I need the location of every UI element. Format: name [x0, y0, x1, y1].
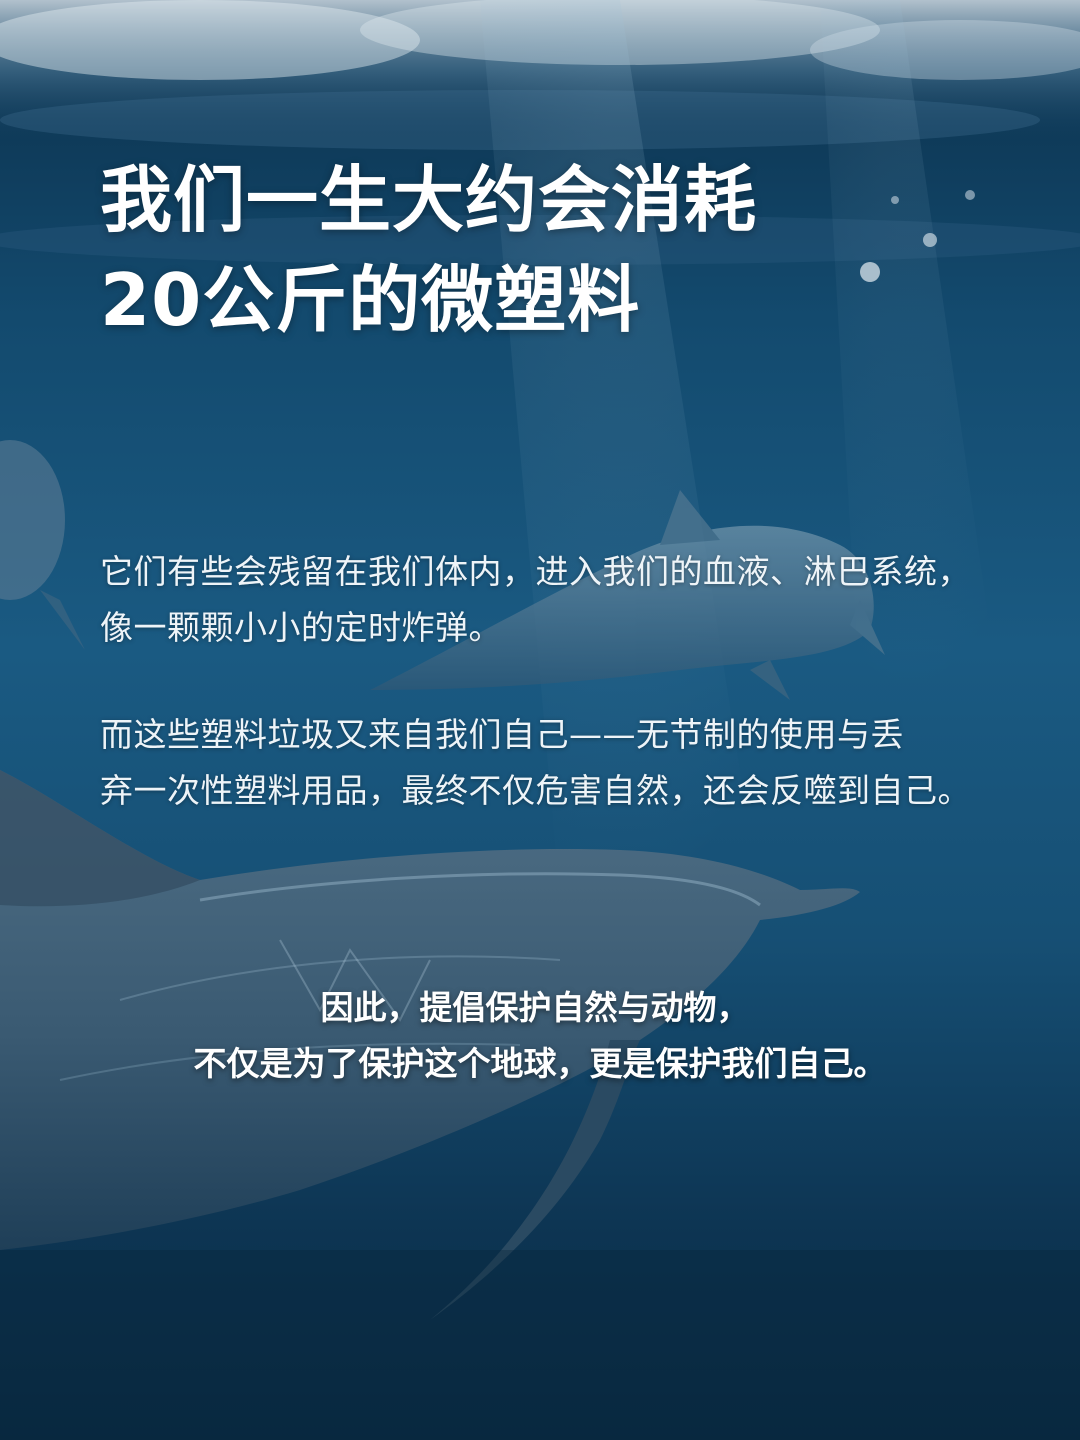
paragraph-1-line-1: 它们有些会残留在我们体内，进入我们的血液、淋巴系统， — [100, 552, 971, 591]
conclusion-line-1: 因此，提倡保护自然与动物， — [320, 988, 750, 1027]
paragraph-health-impact: 它们有些会残留在我们体内，进入我们的血液、淋巴系统， 像一颗颗小小的定时炸弹。 — [100, 544, 1000, 656]
paragraph-plastic-source: 而这些塑料垃圾又来自我们自己——无节制的使用与丢 弃一次性塑料用品，最终不仅危害… — [100, 707, 1000, 819]
paragraph-1-line-2: 像一颗颗小小的定时炸弹。 — [100, 608, 502, 647]
headline-line-2: 20公斤的微塑料 — [100, 258, 641, 342]
headline-line-1: 我们一生大约会消耗 — [100, 158, 758, 242]
poster: 我们一生大约会消耗 20公斤的微塑料 它们有些会残留在我们体内，进入我们的血液、… — [0, 0, 1080, 1440]
paragraph-2-line-2: 弃一次性塑料用品，最终不仅危害自然，还会反噬到自己。 — [100, 771, 971, 810]
paragraph-2-line-1: 而这些塑料垃圾又来自我们自己——无节制的使用与丢 — [100, 715, 904, 754]
headline-title: 我们一生大约会消耗 20公斤的微塑料 — [100, 150, 1000, 350]
conclusion-callout: 因此，提倡保护自然与动物， 不仅是为了保护这个地球，更是保护我们自己。 — [0, 980, 1080, 1092]
conclusion-line-2: 不仅是为了保护这个地球，更是保护我们自己。 — [193, 1044, 887, 1083]
